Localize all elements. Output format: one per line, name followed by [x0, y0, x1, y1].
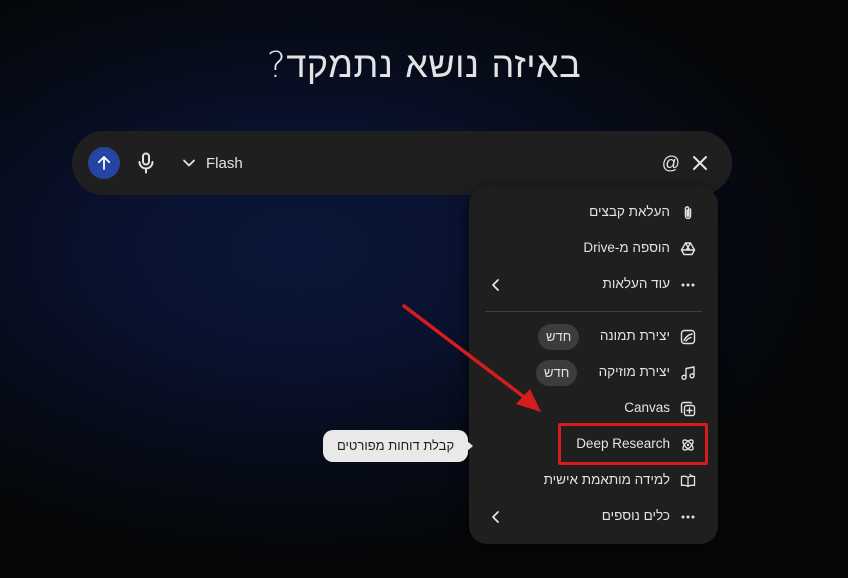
menu-item-more-uploads[interactable]: עוד העלאות: [469, 267, 718, 303]
send-button[interactable]: [88, 147, 120, 179]
menu-item-label: כלים נוספים: [601, 508, 670, 523]
menu-item-canvas[interactable]: Canvas: [469, 391, 718, 427]
menu-item-create-music[interactable]: יצירת מוזיקה חדש: [469, 355, 718, 391]
new-badge: חדש: [536, 360, 578, 386]
menu-item-label: הוספה מ-Drive: [583, 240, 670, 255]
menu-item-label: למידה מותאמת אישית: [543, 472, 670, 487]
model-selector[interactable]: Flash: [182, 147, 243, 179]
close-icon: [693, 156, 707, 170]
menu-divider: [485, 311, 702, 312]
music-icon: [679, 364, 697, 382]
menu-item-guided-learning[interactable]: למידה מותאמת אישית: [469, 463, 718, 499]
canvas-icon: [679, 400, 697, 418]
arrow-up-icon: [97, 156, 111, 170]
model-label: Flash: [206, 154, 243, 172]
page-title: באיזה נושא נתמקד?: [266, 45, 582, 86]
close-button[interactable]: [688, 151, 712, 175]
image-gen-icon: [679, 328, 697, 346]
tooltip: קבלת דוחות מפורטים: [323, 430, 469, 462]
tools-menu: העלאת קבצים הוספה מ-Drive עוד העלאות יצי…: [469, 187, 718, 544]
chevron-down-icon: [183, 159, 195, 167]
annotation-arrow: [402, 304, 541, 412]
menu-item-label: Deep Research: [576, 436, 670, 451]
book-icon: [679, 472, 697, 490]
drive-icon: [679, 240, 697, 258]
menu-item-create-image[interactable]: יצירת תמונה חדש: [469, 319, 718, 355]
menu-item-label: העלאת קבצים: [589, 204, 670, 219]
chevron-left-icon: [489, 277, 503, 293]
menu-item-add-from-drive[interactable]: הוספה מ-Drive: [469, 231, 718, 267]
more-icon: [679, 276, 697, 294]
mention-button[interactable]: @: [662, 151, 680, 175]
menu-item-deep-research[interactable]: Deep Research: [469, 427, 718, 463]
tooltip-tail: [466, 440, 473, 452]
menu-item-upload-files[interactable]: העלאת קבצים: [469, 195, 718, 231]
menu-item-more-tools[interactable]: כלים נוספים: [469, 499, 718, 535]
menu-item-label: יצירת מוזיקה: [598, 364, 670, 379]
paperclip-icon: [679, 204, 697, 222]
prompt-composer: Flash @: [72, 131, 732, 195]
menu-item-label: Canvas: [624, 400, 670, 415]
new-badge: חדש: [538, 324, 580, 350]
mic-icon: [138, 152, 154, 174]
menu-item-label: עוד העלאות: [602, 276, 670, 291]
deep-research-icon: [679, 436, 697, 454]
menu-item-label: יצירת תמונה: [599, 328, 670, 343]
chevron-left-icon: [489, 509, 503, 525]
more-icon: [679, 508, 697, 526]
mic-button[interactable]: [136, 151, 156, 175]
